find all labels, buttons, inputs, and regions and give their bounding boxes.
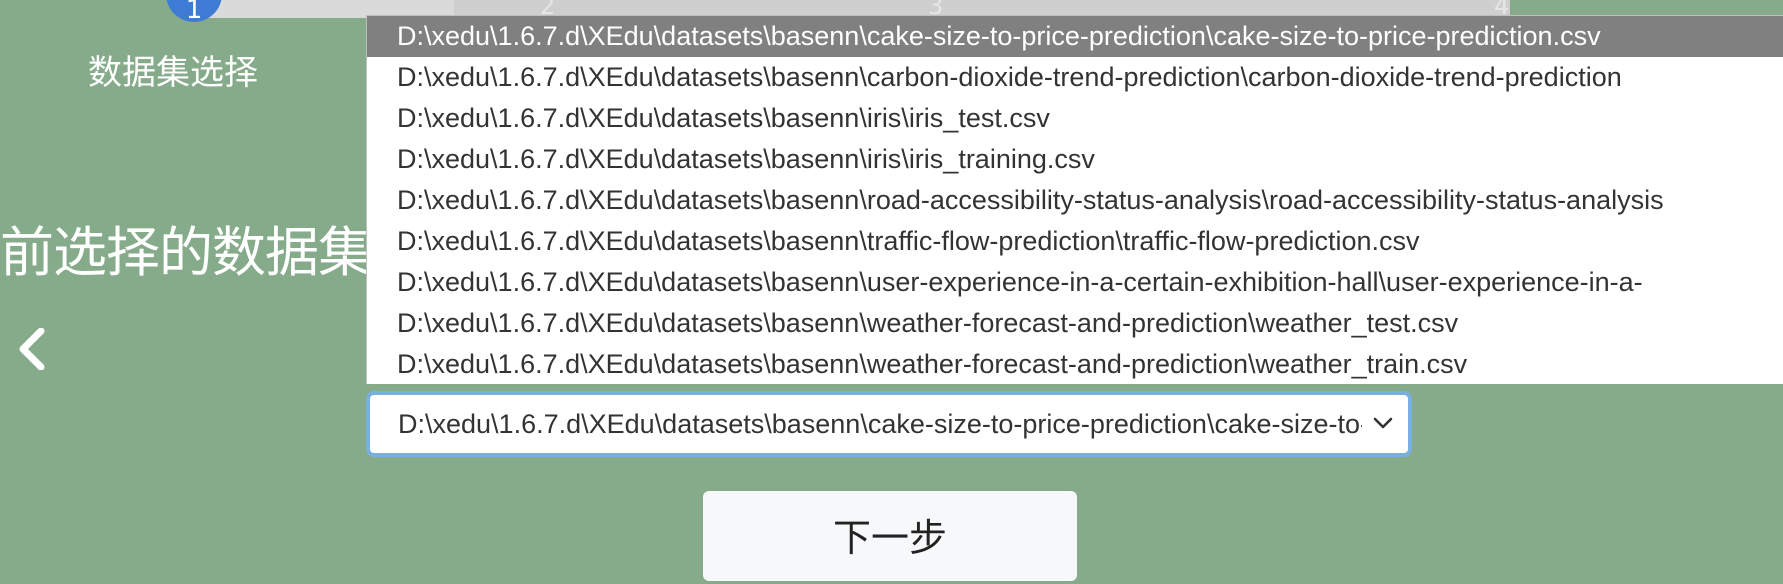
dataset-option[interactable]: D:\xedu\1.6.7.d\XEdu\datasets\basenn\iri… (367, 139, 1783, 180)
step-1-label: 数据集选择 (88, 53, 258, 93)
step-1-indicator: 1 (166, 0, 222, 25)
dataset-option[interactable]: D:\xedu\1.6.7.d\XEdu\datasets\basenn\tra… (367, 221, 1783, 262)
dataset-option[interactable]: D:\xedu\1.6.7.d\XEdu\datasets\basenn\cak… (367, 16, 1783, 57)
dataset-select-value: D:\xedu\1.6.7.d\XEdu\datasets\basenn\cak… (398, 409, 1362, 439)
step-1-number: 1 (185, 0, 203, 25)
dataset-select[interactable]: D:\xedu\1.6.7.d\XEdu\datasets\basenn\cak… (366, 391, 1412, 457)
current-dataset-title: 前选择的数据集 (0, 221, 370, 284)
chevron-down-icon (1373, 417, 1393, 429)
dataset-option[interactable]: D:\xedu\1.6.7.d\XEdu\datasets\basenn\wea… (367, 344, 1783, 384)
dataset-option[interactable]: D:\xedu\1.6.7.d\XEdu\datasets\basenn\car… (367, 57, 1783, 98)
chevron-left-icon (19, 327, 45, 371)
dataset-option[interactable]: D:\xedu\1.6.7.d\XEdu\datasets\basenn\use… (367, 262, 1783, 303)
dataset-option[interactable]: D:\xedu\1.6.7.d\XEdu\datasets\basenn\roa… (367, 180, 1783, 221)
dataset-option[interactable]: D:\xedu\1.6.7.d\XEdu\datasets\basenn\iri… (367, 98, 1783, 139)
dataset-option[interactable]: D:\xedu\1.6.7.d\XEdu\datasets\basenn\wea… (367, 303, 1783, 344)
dataset-dropdown-list[interactable]: D:\xedu\1.6.7.d\XEdu\datasets\basenn\cak… (366, 15, 1783, 384)
carousel-prev-button[interactable] (14, 327, 50, 371)
next-step-button[interactable]: 下一步 (703, 491, 1077, 581)
